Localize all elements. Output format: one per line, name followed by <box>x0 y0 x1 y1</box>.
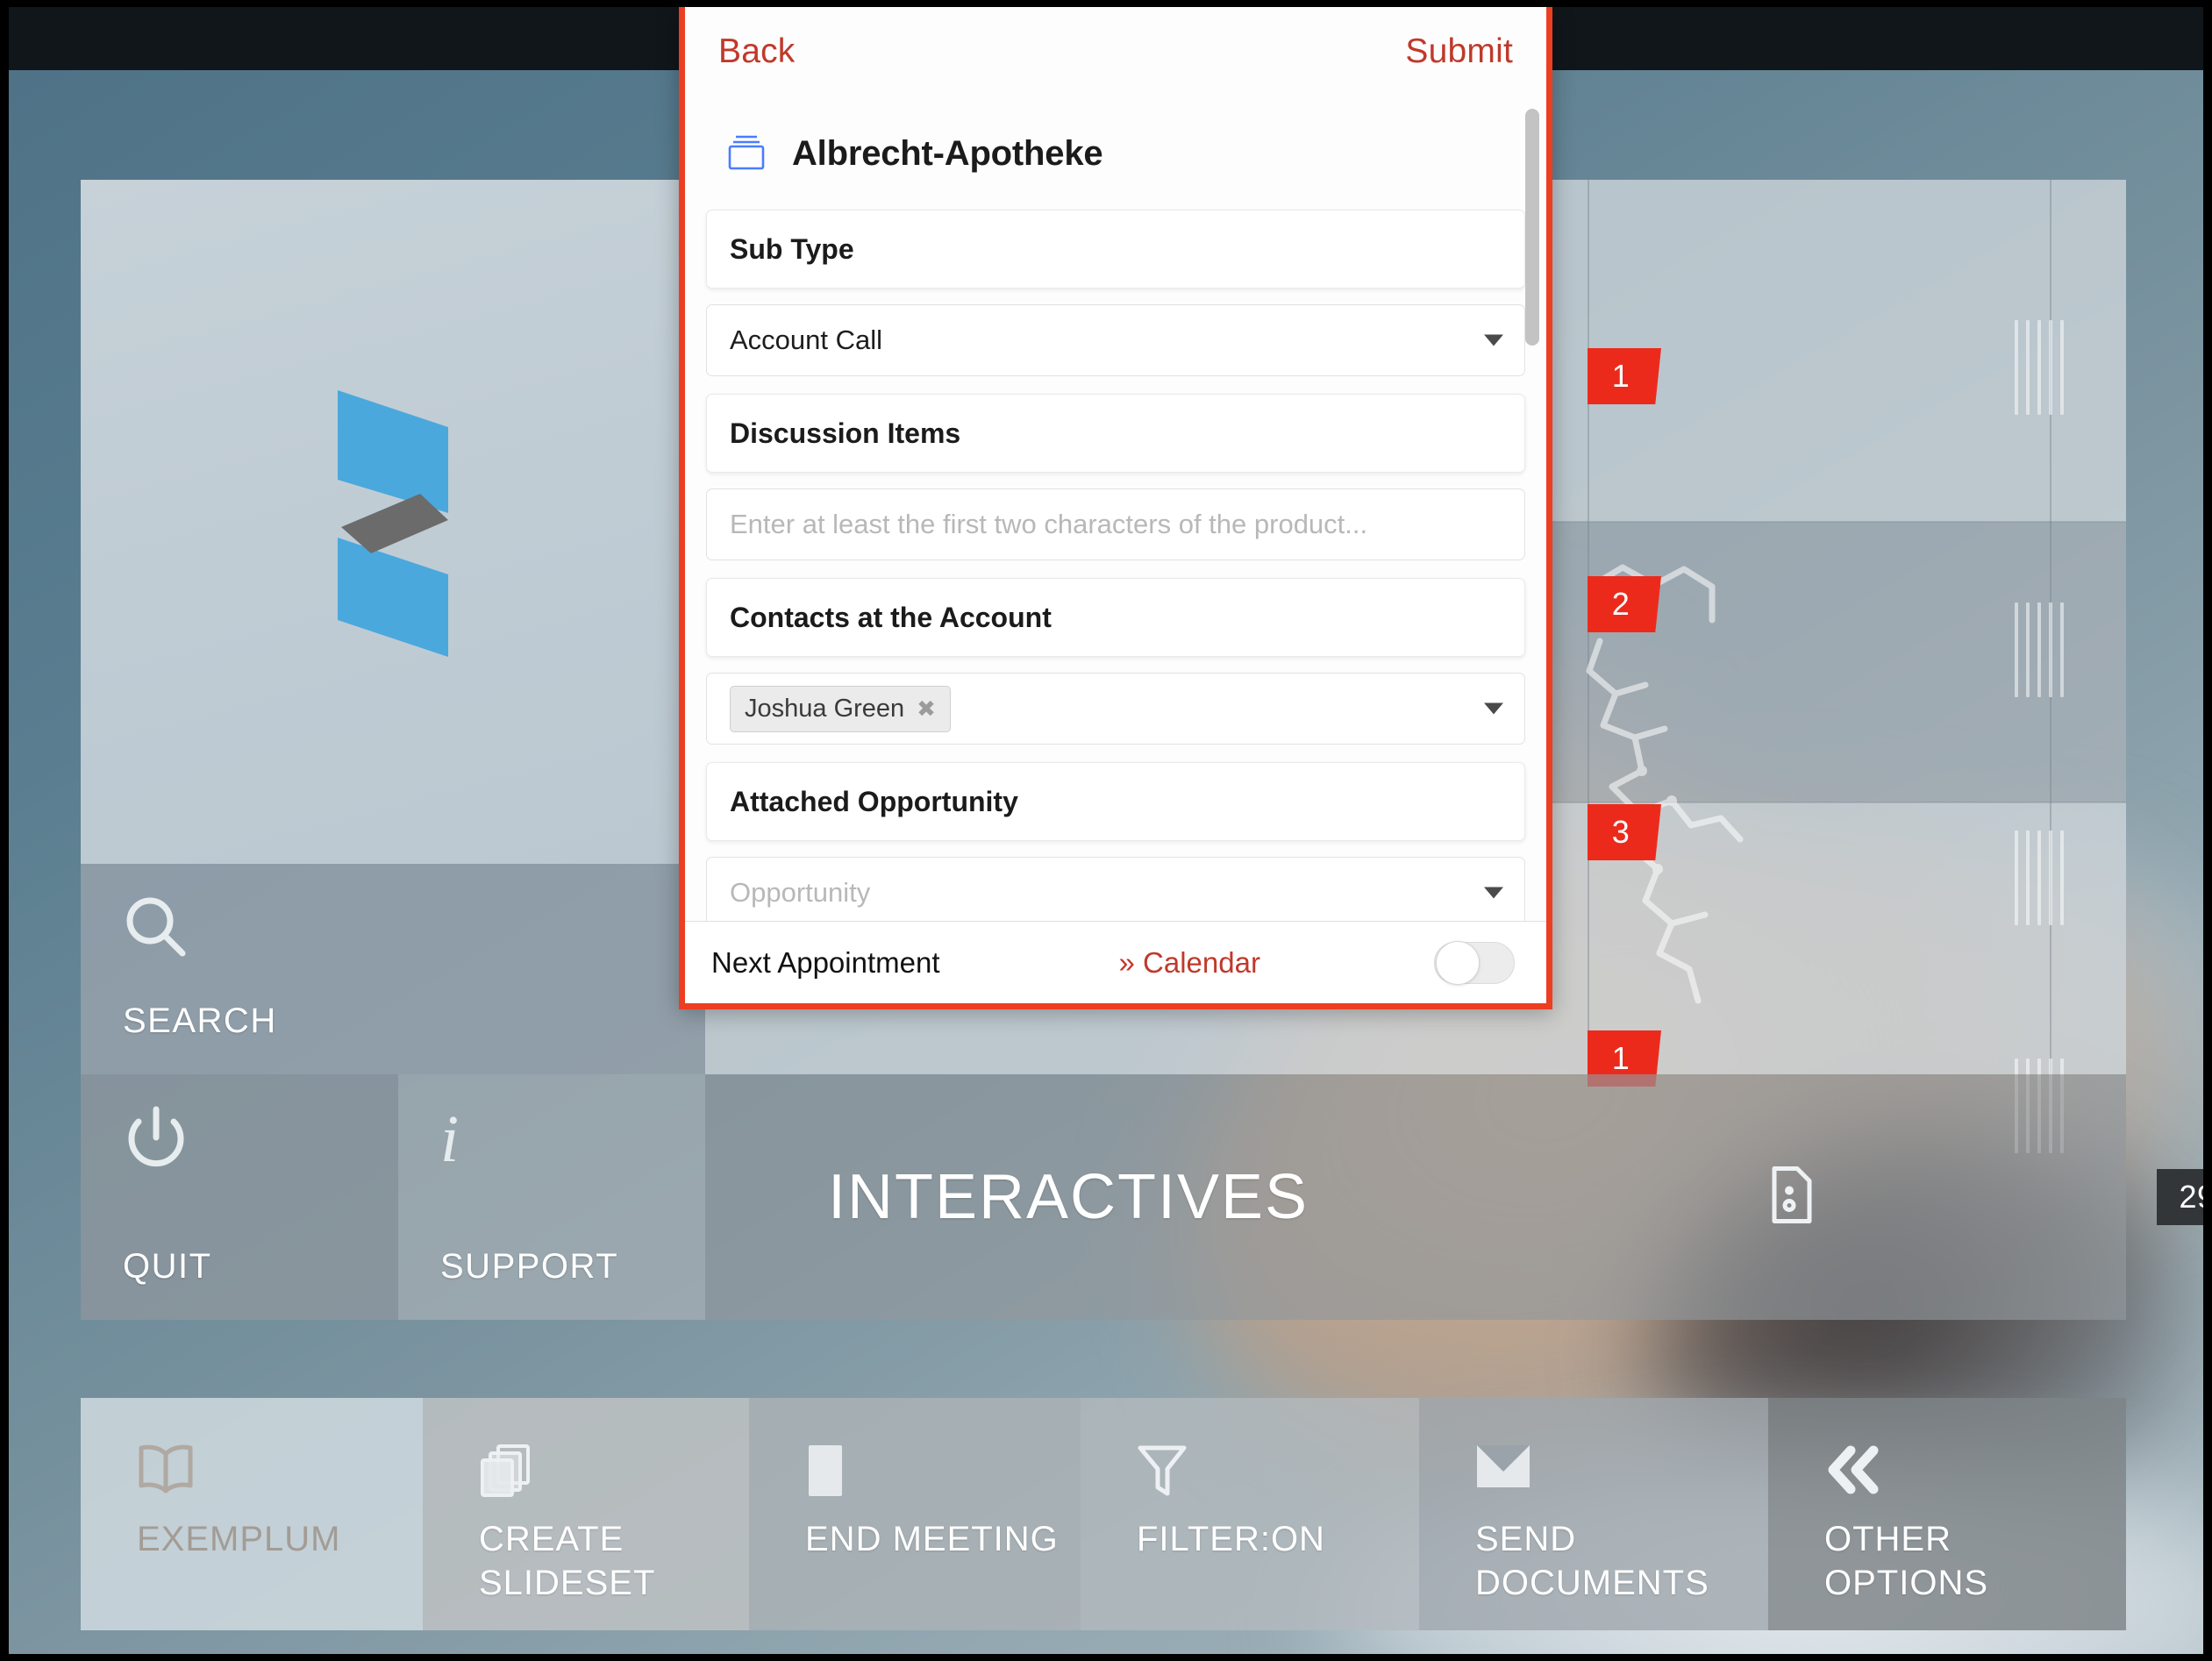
app-window: 1 2 3 1 SEARCH QUIT i SUPPORT INTERACTIV… <box>9 7 2203 1654</box>
call-report-modal: Back Submit Albrecht-Apotheke Sub Type A… <box>679 7 1552 1009</box>
modal-body[interactable]: Albrecht-Apotheke Sub Type Account Call … <box>685 96 1546 921</box>
toolbar-button-exemplum[interactable]: EXEMPLUM <box>81 1398 423 1630</box>
content-number-tab[interactable]: 2 <box>1588 576 1661 632</box>
tile-interactives[interactable]: INTERACTIVES 29 23 <box>705 1074 2203 1320</box>
tile-quit[interactable]: QUIT <box>81 1074 398 1320</box>
toolbar-button-create-slideset[interactable]: CREATE SLIDESET <box>423 1398 749 1630</box>
toolbar-button-filter-label: FILTER:ON <box>1137 1520 1325 1558</box>
section-discussion-items: Discussion Items <box>706 394 1525 473</box>
modal-header: Back Submit <box>685 7 1546 96</box>
calendar-link[interactable]: » Calendar <box>1119 946 1260 980</box>
content-number-tab[interactable]: 3 <box>1588 804 1661 860</box>
tile-interactives-label: INTERACTIVES <box>828 1162 1309 1232</box>
remove-token-icon[interactable]: ✖ <box>917 697 936 720</box>
product-search-placeholder: Enter at least the first two characters … <box>730 509 1368 539</box>
toolbar-button-other-options[interactable]: OTHER OPTIONS <box>1768 1398 2126 1630</box>
contact-token-label: Joshua Green <box>745 694 905 723</box>
section-sub-type: Sub Type <box>706 210 1525 289</box>
section-discussion-items-title: Discussion Items <box>730 417 961 449</box>
contacts-select[interactable]: Joshua Green ✖ <box>706 673 1525 745</box>
chevron-down-icon <box>1484 887 1503 899</box>
power-icon <box>123 1104 189 1179</box>
sub-type-select[interactable]: Account Call <box>706 304 1525 376</box>
barcode-glyph <box>2015 830 2064 925</box>
account-header-row: Albrecht-Apotheke <box>706 96 1525 210</box>
opportunity-select[interactable]: Opportunity <box>706 857 1525 921</box>
screen-frame: 1 2 3 1 SEARCH QUIT i SUPPORT INTERACTIV… <box>0 0 2212 1661</box>
info-icon: i <box>440 1102 460 1176</box>
toolbar-button-create-slideset-label: CREATE SLIDESET <box>479 1520 656 1602</box>
next-appointment-label: Next Appointment <box>711 945 940 979</box>
section-attached-opportunity: Attached Opportunity <box>706 762 1525 841</box>
toolbar-button-other-options-label: OTHER OPTIONS <box>1824 1520 1989 1602</box>
chevron-down-icon <box>1484 702 1503 715</box>
double-chevron-left-icon <box>1824 1444 1882 1501</box>
account-card-icon <box>727 133 766 175</box>
toggle-knob <box>1436 940 1480 985</box>
company-ribbon-logo <box>338 390 448 657</box>
tile-search-label: SEARCH <box>123 1002 277 1040</box>
modal-scrollbar-thumb[interactable] <box>1525 109 1539 346</box>
funnel-icon <box>1137 1444 1188 1502</box>
slides-icon <box>479 1444 533 1502</box>
tile-search[interactable]: SEARCH <box>81 864 705 1074</box>
toolbar-button-end-meeting[interactable]: END MEETING <box>749 1398 1081 1630</box>
section-contacts-title: Contacts at the Account <box>730 601 1052 633</box>
modal-scrollbar[interactable] <box>1525 109 1539 921</box>
account-name: Albrecht-Apotheke <box>792 134 1103 173</box>
toolbar-button-filter[interactable]: FILTER:ON <box>1081 1398 1419 1630</box>
section-attached-opportunity-title: Attached Opportunity <box>730 785 1018 817</box>
search-icon <box>123 894 189 965</box>
toolbar-button-send-documents-label: SEND DOCUMENTS <box>1475 1520 1709 1602</box>
toolbar-button-exemplum-label: EXEMPLUM <box>137 1520 341 1558</box>
tile-support-label: SUPPORT <box>440 1247 619 1286</box>
barcode-glyph <box>2015 320 2064 415</box>
contact-token[interactable]: Joshua Green ✖ <box>730 685 951 732</box>
product-search-input[interactable]: Enter at least the first two characters … <box>706 488 1525 560</box>
toolbar-button-end-meeting-label: END MEETING <box>805 1520 1059 1558</box>
section-contacts: Contacts at the Account <box>706 578 1525 657</box>
tile-support[interactable]: i SUPPORT <box>398 1074 705 1320</box>
submit-button[interactable]: Submit <box>1405 32 1513 71</box>
back-button[interactable]: Back <box>718 32 796 71</box>
opportunity-placeholder: Opportunity <box>730 877 871 908</box>
modal-footer: Next Appointment » Calendar <box>685 921 1546 1003</box>
book-icon <box>137 1444 195 1499</box>
document-icon <box>1771 1166 1813 1229</box>
stop-icon <box>805 1444 846 1502</box>
logo-panel <box>81 180 705 864</box>
toolbar-button-send-documents[interactable]: SEND DOCUMENTS <box>1419 1398 1768 1630</box>
envelope-icon <box>1475 1444 1531 1493</box>
section-sub-type-title: Sub Type <box>730 232 854 265</box>
barcode-glyph <box>2015 602 2064 697</box>
chevron-down-icon <box>1484 334 1503 346</box>
bottom-toolbar: EXEMPLUM CREATE SLIDESET END MEETING FIL… <box>81 1398 2126 1630</box>
tile-quit-label: QUIT <box>123 1247 212 1286</box>
sub-type-value: Account Call <box>730 324 883 355</box>
next-appointment-toggle[interactable] <box>1434 940 1515 985</box>
interactives-badge-total: 29 <box>2157 1169 2203 1225</box>
content-number-tab[interactable]: 1 <box>1588 348 1661 404</box>
